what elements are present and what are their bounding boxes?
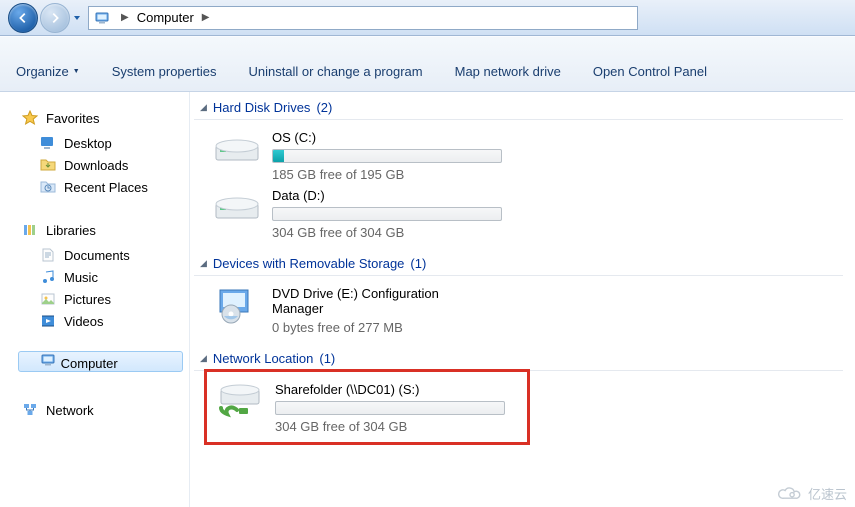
drive-free-text: 304 GB free of 304 GB [275, 419, 519, 434]
capacity-bar-fill [273, 150, 284, 162]
section-header-removable[interactable]: ◢ Devices with Removable Storage (1) [194, 256, 843, 276]
address-bar[interactable]: ▶ Computer ▶ [88, 6, 638, 30]
capacity-bar [275, 401, 505, 415]
map-network-drive-button[interactable]: Map network drive [453, 60, 563, 83]
forward-button[interactable] [40, 3, 70, 33]
watermark: 亿速云 [776, 484, 847, 503]
history-dropdown-icon[interactable] [72, 12, 82, 24]
favorites-group: Favorites Desktop Downloads Recent Place… [0, 100, 189, 212]
drive-free-text: 185 GB free of 195 GB [272, 167, 522, 182]
drive-s-network[interactable]: Sharefolder (\\DC01) (S:) 304 GB free of… [204, 369, 530, 445]
star-icon [22, 110, 38, 126]
nav-network[interactable]: Network [0, 398, 189, 424]
documents-icon [40, 247, 56, 263]
nav-videos[interactable]: Videos [0, 310, 189, 332]
drive-label: Sharefolder (\\DC01) (S:) [275, 382, 519, 397]
section-header-hdd[interactable]: ◢ Hard Disk Drives (2) [194, 100, 843, 120]
nav-downloads[interactable]: Downloads [0, 154, 189, 176]
breadcrumb-segment[interactable]: Computer [135, 10, 196, 25]
content-pane: ◢ Hard Disk Drives (2) OS (C:) 185 GB fr… [190, 92, 855, 507]
hard-drive-icon [212, 186, 262, 226]
favorites-header[interactable]: Favorites [0, 106, 189, 132]
section-header-network[interactable]: ◢ Network Location (1) [194, 351, 843, 371]
nav-pictures[interactable]: Pictures [0, 288, 189, 310]
libraries-group: Libraries Documents Music Pictures Vide [0, 212, 189, 346]
pictures-icon [40, 291, 56, 307]
section-removable-storage: ◢ Devices with Removable Storage (1) DVD… [194, 256, 843, 337]
navigation-pane: Favorites Desktop Downloads Recent Place… [0, 92, 190, 507]
videos-icon [40, 313, 56, 329]
drive-e-dvd[interactable]: DVD Drive (E:) Configuration Manager 0 b… [212, 282, 522, 337]
drive-label: DVD Drive (E:) Configuration Manager [272, 286, 482, 316]
drive-label: Data (D:) [272, 188, 522, 203]
drive-label: OS (C:) [272, 130, 522, 145]
collapse-icon: ◢ [200, 258, 207, 269]
music-icon [40, 269, 56, 285]
capacity-bar [272, 207, 502, 221]
breadcrumb-separator-icon: ▶ [196, 12, 216, 23]
back-button[interactable] [8, 3, 38, 33]
organize-menu[interactable]: Organize▼ [14, 60, 82, 83]
network-drive-icon [215, 380, 265, 420]
cloud-icon [776, 485, 804, 503]
hard-drive-icon [212, 128, 262, 168]
arrow-left-icon [16, 11, 30, 25]
libraries-label: Libraries [46, 223, 96, 238]
breadcrumb-separator-icon: ▶ [115, 12, 135, 23]
network-icon [22, 402, 38, 418]
uninstall-program-button[interactable]: Uninstall or change a program [246, 60, 424, 83]
capacity-bar [272, 149, 502, 163]
nav-music[interactable]: Music [0, 266, 189, 288]
open-control-panel-button[interactable]: Open Control Panel [591, 60, 709, 83]
nav-recent-places[interactable]: Recent Places [0, 176, 189, 198]
nav-desktop[interactable]: Desktop [0, 132, 189, 154]
nav-computer[interactable]: Computer [18, 351, 183, 372]
section-hard-disk-drives: ◢ Hard Disk Drives (2) OS (C:) 185 GB fr… [194, 100, 843, 242]
desktop-icon [40, 135, 56, 151]
dvd-drive-icon [212, 284, 262, 324]
recent-places-icon [40, 179, 56, 195]
arrow-right-icon [48, 11, 62, 25]
favorites-label: Favorites [46, 111, 99, 126]
drive-free-text: 0 bytes free of 277 MB [272, 320, 522, 335]
nav-documents[interactable]: Documents [0, 244, 189, 266]
computer-icon [41, 352, 57, 368]
drive-c[interactable]: OS (C:) 185 GB free of 195 GB [212, 126, 522, 184]
collapse-icon: ◢ [200, 102, 207, 113]
libraries-icon [22, 222, 38, 238]
drive-free-text: 304 GB free of 304 GB [272, 225, 522, 240]
downloads-icon [40, 157, 56, 173]
navigation-bar: ▶ Computer ▶ [0, 0, 855, 36]
command-toolbar: Organize▼ System properties Uninstall or… [0, 36, 855, 92]
libraries-header[interactable]: Libraries [0, 218, 189, 244]
section-network-location: ◢ Network Location (1) Sharefolder (\\DC… [194, 351, 843, 445]
system-properties-button[interactable]: System properties [110, 60, 219, 83]
drive-d[interactable]: Data (D:) 304 GB free of 304 GB [212, 184, 522, 242]
computer-icon [95, 10, 111, 26]
collapse-icon: ◢ [200, 353, 207, 364]
